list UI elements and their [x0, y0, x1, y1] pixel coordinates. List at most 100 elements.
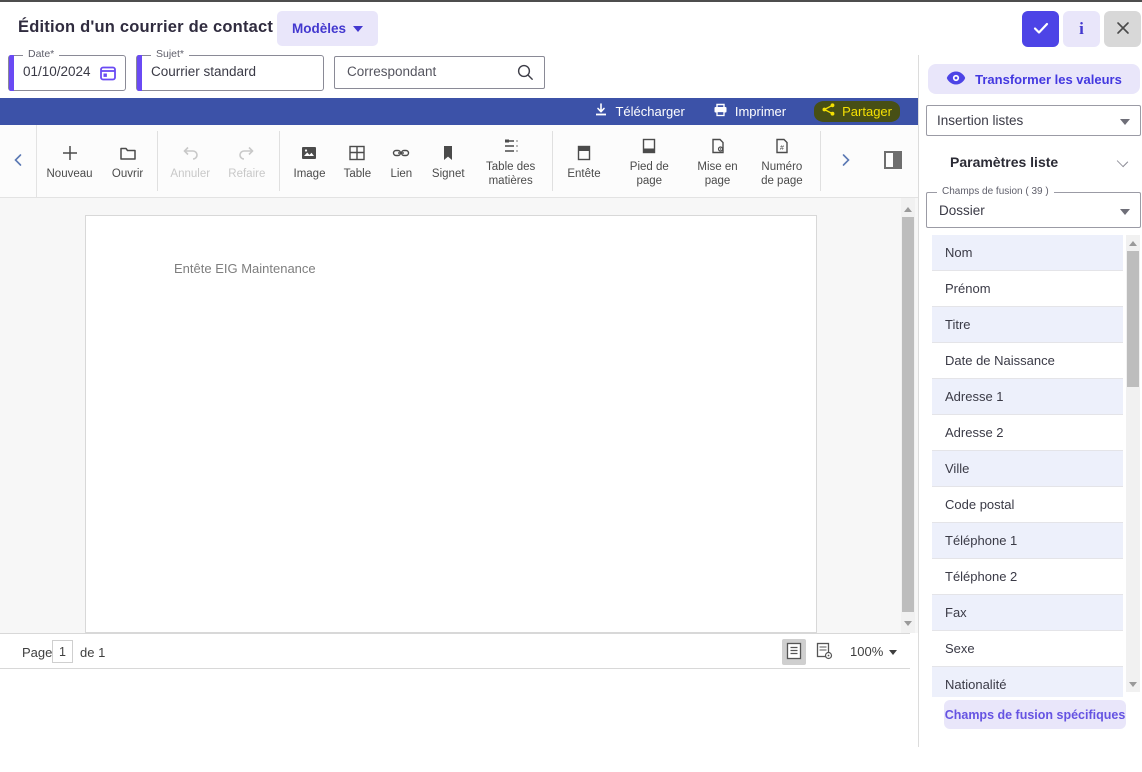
fusion-field-row[interactable]: Nationalité [932, 667, 1123, 697]
page-number-button[interactable]: # Numéro de page [748, 125, 816, 197]
fusion-field-row[interactable]: Téléphone 1 [932, 523, 1123, 559]
toolbar-separator [157, 131, 158, 191]
subject-field[interactable]: Sujet* [136, 55, 324, 91]
header-button[interactable]: Entête [557, 125, 612, 197]
toc-icon [501, 136, 521, 156]
plus-icon [60, 143, 80, 163]
document-scrollbar[interactable] [901, 198, 915, 633]
correspondent-input[interactable] [347, 64, 497, 79]
sidebar-divider [918, 55, 919, 747]
zoom-value: 100% [850, 644, 883, 659]
scroll-down-icon[interactable] [1129, 682, 1137, 687]
merge-fields-label: Champs de fusion ( 39 ) [937, 186, 1054, 197]
scroll-up-icon[interactable] [1129, 241, 1137, 246]
bookmark-icon [438, 143, 458, 163]
link-button[interactable]: Lien [380, 125, 423, 197]
models-button[interactable]: Modèles [277, 11, 378, 46]
undo-button[interactable]: Annuler [162, 125, 219, 197]
fusion-field-row[interactable]: Ville [932, 451, 1123, 487]
scrollbar-thumb[interactable] [902, 217, 914, 612]
image-button[interactable]: Image [284, 125, 335, 197]
fusion-field-label: Téléphone 2 [945, 569, 1017, 584]
fusion-field-row[interactable]: Adresse 2 [932, 415, 1123, 451]
merge-fields-dropdown[interactable]: Champs de fusion ( 39 ) Dossier [926, 192, 1141, 228]
undo-button-label: Annuler [170, 168, 210, 181]
date-field[interactable]: Date* [8, 55, 126, 91]
scroll-down-icon[interactable] [904, 621, 912, 626]
scrollbar-thumb[interactable] [1127, 251, 1139, 387]
redo-icon [237, 143, 257, 163]
page-view-mode-button[interactable] [782, 639, 806, 665]
transform-values-button[interactable]: Transformer les valeurs [928, 64, 1140, 94]
fusion-field-row[interactable]: Prénom [932, 271, 1123, 307]
caret-down-icon [1120, 119, 1130, 125]
models-button-label: Modèles [292, 21, 346, 36]
toolbar-separator [820, 131, 821, 191]
table-icon [347, 143, 367, 163]
undo-icon [180, 143, 200, 163]
toolbar-separator [552, 131, 553, 191]
search-icon[interactable] [516, 63, 535, 87]
header-icon [574, 143, 594, 163]
redo-button[interactable]: Refaire [219, 125, 276, 197]
panel-toggle-icon [882, 149, 904, 174]
fusion-field-row[interactable]: Sexe [932, 631, 1123, 667]
fusion-field-label: Nationalité [945, 677, 1006, 692]
print-button[interactable]: Imprimer [713, 103, 786, 120]
fusion-field-row[interactable]: Adresse 1 [932, 379, 1123, 415]
toc-button[interactable]: Table des matières [474, 125, 548, 197]
document-page[interactable]: Entête EIG Maintenance [85, 215, 817, 633]
print-layout-icon [816, 642, 833, 663]
eye-icon [946, 71, 966, 88]
subject-input[interactable] [151, 64, 281, 79]
page-number-input[interactable] [52, 640, 73, 663]
specific-merge-fields-label: Champs de fusion spécifiques [945, 708, 1126, 722]
fields-list-scrollbar[interactable] [1126, 235, 1140, 692]
zoom-dropdown[interactable]: 100% [850, 644, 897, 659]
fusion-field-row[interactable]: Code postal [932, 487, 1123, 523]
toolbar-scroll-left-button[interactable] [0, 125, 37, 197]
scroll-up-icon[interactable] [904, 207, 912, 212]
share-button[interactable]: Partager [814, 101, 900, 122]
calendar-icon[interactable] [99, 64, 117, 87]
page-label: Page [22, 645, 52, 660]
list-parameters-header[interactable]: Paramètres liste [926, 144, 1141, 180]
fusion-field-row[interactable]: Nom [932, 235, 1123, 271]
table-button[interactable]: Table [335, 125, 380, 197]
fusion-field-row[interactable]: Téléphone 2 [932, 559, 1123, 595]
fusion-field-label: Date de Naissance [945, 353, 1055, 368]
page-setup-button[interactable]: Mise en page [687, 125, 747, 197]
svg-text:#: # [780, 145, 784, 152]
close-button[interactable] [1104, 11, 1141, 47]
info-button[interactable]: i [1063, 11, 1100, 47]
side-panel-toggle-button[interactable] [868, 125, 918, 197]
fusion-field-label: Ville [945, 461, 969, 476]
specific-merge-fields-button[interactable]: Champs de fusion spécifiques [944, 700, 1126, 729]
editor-toolbar: Nouveau Ouvrir Annuler Refaire Image Tab… [0, 125, 918, 198]
fusion-field-row[interactable]: Titre [932, 307, 1123, 343]
toolbar-scroll-right-button[interactable] [825, 125, 868, 197]
page-view-icon [786, 642, 802, 663]
print-layout-button[interactable] [812, 639, 836, 665]
bookmark-button[interactable]: Signet [423, 125, 474, 197]
fusion-field-row[interactable]: Fax [932, 595, 1123, 631]
link-icon [391, 143, 411, 163]
correspondent-field[interactable] [334, 56, 545, 89]
insertion-lists-dropdown[interactable]: Insertion listes [926, 105, 1141, 136]
insertion-lists-value: Insertion listes [937, 113, 1023, 128]
download-button[interactable]: Télécharger [594, 103, 684, 120]
confirm-button[interactable] [1022, 11, 1059, 47]
letter-editor-window: Édition d'un courrier de contact Modèles… [0, 0, 1142, 772]
document-canvas[interactable]: Entête EIG Maintenance [0, 198, 918, 633]
fusion-field-row[interactable]: Date de Naissance [932, 343, 1123, 379]
new-button[interactable]: Nouveau [37, 125, 102, 197]
open-button[interactable]: Ouvrir [102, 125, 153, 197]
new-button-label: Nouveau [47, 168, 93, 181]
print-label: Imprimer [735, 104, 786, 119]
fusion-field-label: Adresse 1 [945, 389, 1004, 404]
date-input[interactable] [23, 64, 104, 79]
download-label: Télécharger [615, 104, 684, 119]
footer-button[interactable]: Pied de page [611, 125, 687, 197]
caret-down-icon [1120, 209, 1130, 215]
caret-down-icon [353, 26, 363, 32]
